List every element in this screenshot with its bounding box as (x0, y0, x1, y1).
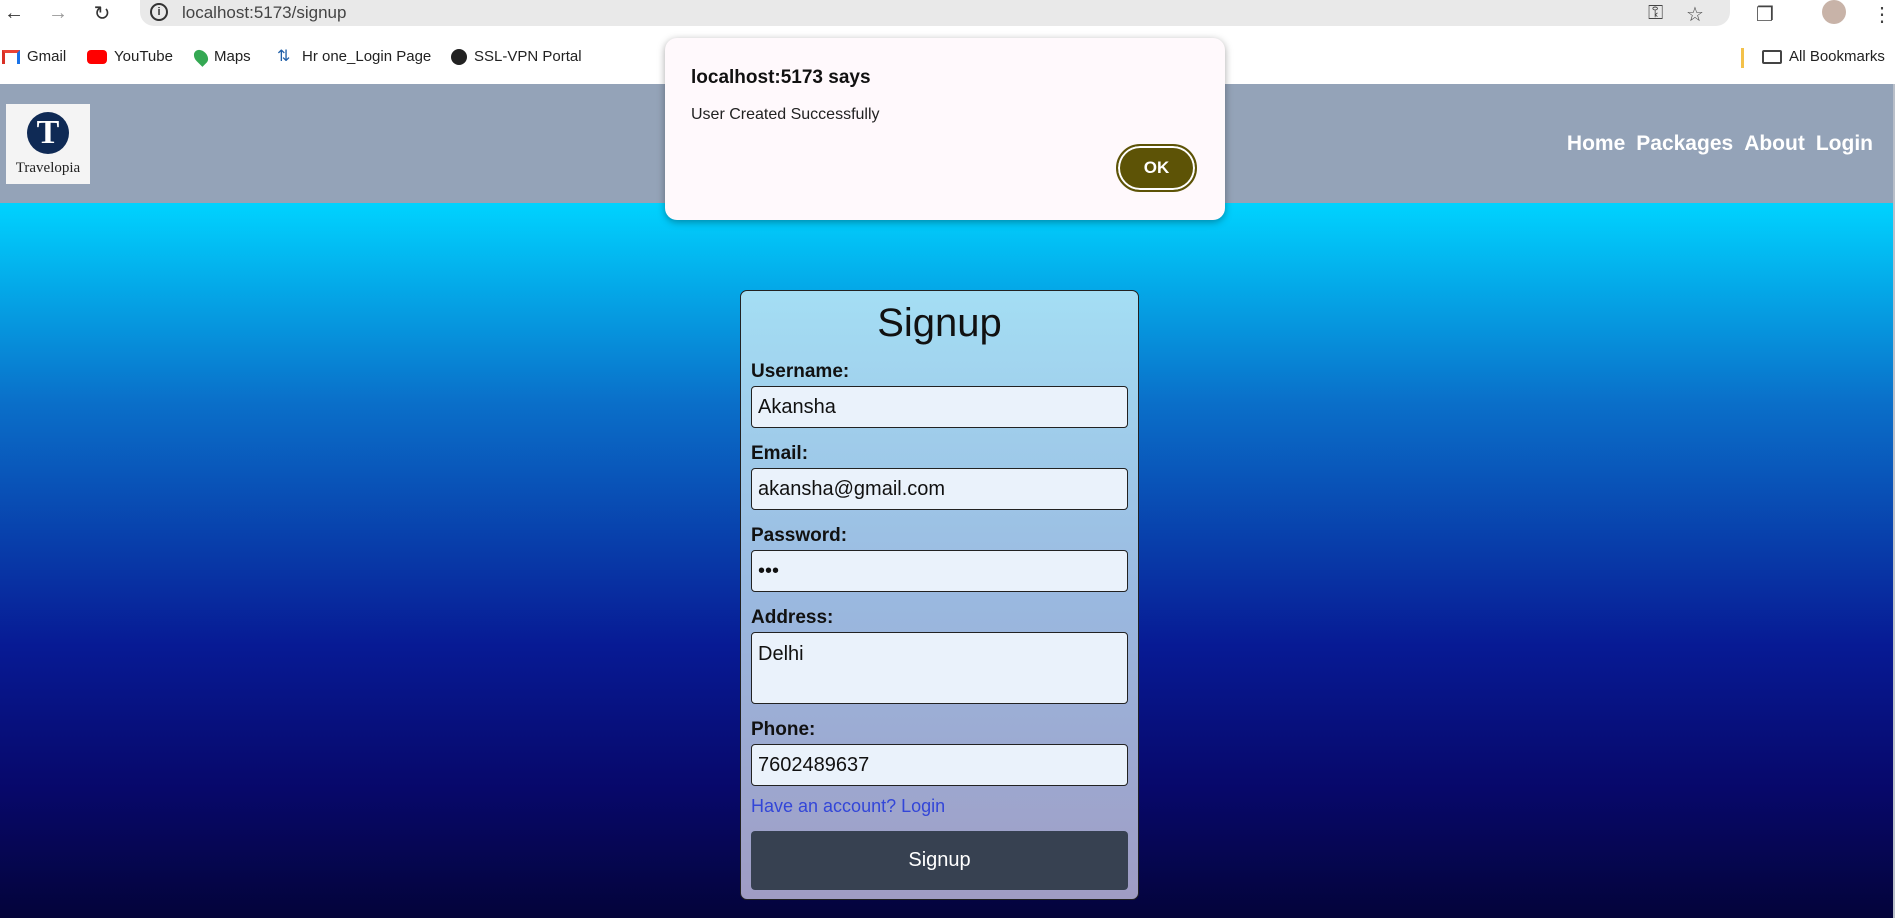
login-link[interactable]: Have an account? Login (751, 796, 945, 817)
browser-toolbar: ← → ↻ i localhost:5173/signup ⚿ ☆ ❐ ⋮ (0, 0, 1900, 28)
nav-login[interactable]: Login (1816, 132, 1873, 156)
globe-icon (451, 48, 467, 65)
scrollbar-track (1893, 84, 1895, 918)
bookmark-label: Maps (214, 48, 251, 65)
username-label: Username: (751, 361, 850, 382)
youtube-icon (87, 49, 107, 64)
password-key-icon[interactable]: ⚿ (1648, 2, 1663, 25)
logo-text: Travelopia (15, 160, 81, 176)
address-bar[interactable]: i localhost:5173/signup ⚿ ☆ (140, 0, 1730, 26)
address-textarea[interactable]: Delhi (751, 632, 1128, 704)
dialog-title: localhost:5173 says (691, 67, 871, 88)
username-input[interactable]: Akansha (751, 386, 1128, 428)
dialog-message: User Created Successfully (691, 106, 880, 123)
folder-icon (1762, 49, 1782, 64)
password-input[interactable]: ••• (751, 550, 1128, 592)
forward-icon[interactable]: → (44, 0, 72, 26)
signup-card: Signup Username: Akansha Email: akansha@… (740, 290, 1139, 900)
bookmark-label: YouTube (114, 48, 173, 65)
all-bookmarks[interactable]: All Bookmarks (1762, 48, 1885, 65)
password-label: Password: (751, 525, 848, 546)
ok-button[interactable]: OK (1116, 144, 1197, 192)
logo-mark: T (27, 112, 69, 154)
signup-title: Signup (877, 301, 1002, 345)
all-bookmarks-label: All Bookmarks (1789, 48, 1885, 65)
reload-icon[interactable]: ↻ (88, 0, 116, 26)
site-info-icon[interactable]: i (150, 3, 168, 21)
bookmark-hrone[interactable]: ⇅ Hr one_Login Page (277, 48, 431, 65)
alert-dialog: localhost:5173 says User Created Success… (665, 38, 1225, 220)
bookmark-label: SSL-VPN Portal (474, 48, 582, 65)
bookmark-gmail[interactable]: Gmail (2, 48, 66, 65)
bookmark-youtube[interactable]: YouTube (87, 48, 173, 65)
maps-icon (191, 46, 211, 67)
signup-button[interactable]: Signup (751, 831, 1128, 890)
bookmark-label: Gmail (27, 48, 67, 65)
main-nav: Home Packages About Login (1567, 132, 1873, 156)
phone-label: Phone: (751, 719, 816, 740)
profile-avatar[interactable] (1822, 0, 1846, 24)
bookmark-maps[interactable]: Maps (191, 46, 251, 67)
nav-about[interactable]: About (1744, 132, 1805, 156)
address-label: Address: (751, 607, 834, 628)
menu-kebab-icon[interactable]: ⋮ (1872, 2, 1892, 27)
gmail-icon (2, 49, 20, 64)
phone-input[interactable]: 7602489637 (751, 744, 1128, 786)
back-icon[interactable]: ← (0, 0, 28, 26)
bookmark-separator (1741, 48, 1744, 68)
travelopia-logo[interactable]: T Travelopia (6, 104, 90, 184)
url-text[interactable]: localhost:5173/signup (182, 3, 346, 23)
nav-packages[interactable]: Packages (1636, 132, 1733, 156)
bookmark-vpn[interactable]: SSL-VPN Portal (451, 48, 582, 65)
page-scrollbar[interactable] (1893, 84, 1900, 918)
bookmark-star-icon[interactable]: ☆ (1686, 2, 1704, 27)
nav-home[interactable]: Home (1567, 132, 1625, 156)
bookmark-label: Hr one_Login Page (302, 48, 432, 65)
hrone-icon: ⇅ (277, 47, 291, 65)
extensions-icon[interactable]: ❐ (1756, 2, 1774, 27)
email-label: Email: (751, 443, 809, 464)
email-input[interactable]: akansha@gmail.com (751, 468, 1128, 510)
